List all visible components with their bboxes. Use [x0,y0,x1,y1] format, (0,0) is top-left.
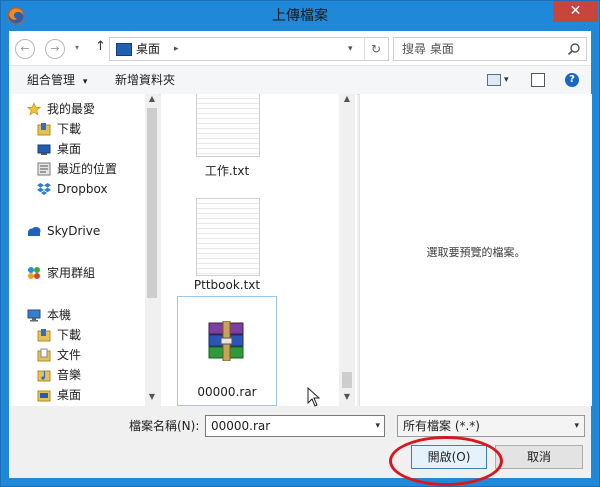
file-upload-dialog: 上傳檔案 ✕ ← → ▾ ↑ 桌面 ▸ ▾ ↻ 搜尋 桌面 組合管理 ▾ 新增資… [0,0,600,487]
file-list-scrollbar[interactable]: ▲ ▼ [339,94,355,406]
desktop-icon [37,144,51,155]
preview-pane-toggle-icon[interactable] [531,73,545,87]
file-name: 工作.txt [204,164,250,178]
help-icon[interactable]: ? [565,73,579,87]
change-view-icon[interactable] [487,74,501,86]
dialog-client-area: ← → ▾ ↑ 桌面 ▸ ▾ ↻ 搜尋 桌面 組合管理 ▾ 新增資料夾 ▾ ? … [9,31,592,486]
organize-label: 組合管理 [27,73,76,87]
organize-button[interactable]: 組合管理 ▾ [27,66,87,96]
nav-item-label: 下載 [57,328,82,342]
close-button[interactable]: ✕ [553,1,598,22]
organize-caret-icon: ▾ [82,77,88,87]
music-folder-icon [37,370,51,382]
breadcrumb-chevron-icon[interactable]: ▸ [174,38,179,60]
desktop-icon [37,390,51,402]
new-folder-button[interactable]: 新增資料夾 [115,66,175,94]
nav-item-label: 我的最愛 [47,102,96,116]
file-item-pttbook-txt[interactable]: Pttbook.txt [179,194,275,294]
search-icon [567,43,580,56]
filename-dropdown-icon[interactable]: ▾ [375,416,380,436]
search-placeholder: 搜尋 桌面 [402,42,454,56]
filename-label: 檔案名稱(N): [129,419,200,433]
navigation-pane: 我的最愛 下載 桌面 最近的位置 Dropbox SkyDrive 家用群組 本… [9,94,159,406]
nav-item-label: SkyDrive [47,224,101,238]
window-title: 上傳檔案 [272,8,328,24]
refresh-button[interactable]: ↻ [364,38,387,60]
nav-item-label: Dropbox [57,182,108,196]
forward-button[interactable]: → [45,39,65,59]
documents-folder-icon [37,348,51,362]
scroll-up-icon[interactable]: ▲ [340,94,354,103]
nav-item-label: 桌面 [57,142,82,156]
back-button[interactable]: ← [15,39,35,59]
scroll-down-icon[interactable]: ▼ [340,392,354,401]
recent-places-icon [37,162,51,176]
file-item-00000-rar[interactable]: 00000.rar [177,296,277,406]
file-item-work-txt[interactable]: 工作.txt [179,94,275,186]
preview-message: 選取要預覽的檔案。 [426,246,526,259]
scroll-up-icon[interactable]: ▲ [145,94,159,103]
address-bar[interactable]: 桌面 ▸ ▾ ↻ [109,37,389,61]
address-dropdown-icon[interactable]: ▾ [348,38,353,60]
preview-pane: 選取要預覽的檔案。 [359,94,592,406]
nav-item-label: 下載 [57,122,82,136]
cancel-button[interactable]: 取消 [495,445,583,469]
highlight-circle-annotation [389,436,503,486]
nav-item-label: 家用群組 [47,266,96,280]
chevron-down-icon: ▾ [574,421,579,431]
filename-value: 00000.rar [211,419,271,433]
recent-locations-caret[interactable]: ▾ [75,43,79,52]
scroll-down-icon[interactable]: ▼ [145,392,159,401]
address-toolbar: ← → ▾ ↑ 桌面 ▸ ▾ ↻ 搜尋 桌面 [9,31,591,65]
nav-item-label: 桌面 [57,388,82,402]
filter-value: 所有檔案 (*.*) [403,419,480,433]
nav-item-label: 音樂 [57,368,82,382]
command-toolbar: 組合管理 ▾ 新增資料夾 ▾ ? [9,65,591,95]
up-folder-button[interactable]: ↑ [95,39,106,54]
dropbox-icon [37,183,51,195]
title-bar[interactable]: 上傳檔案 ✕ [1,1,599,31]
text-file-icon [196,198,260,276]
file-list: 工作.txt Pttbook.txt 00000.rar [161,94,357,406]
downloads-folder-icon [37,329,51,342]
search-input[interactable]: 搜尋 桌面 [393,37,587,61]
nav-item-label: 文件 [57,348,82,362]
nav-item-label: 最近的位置 [57,162,118,176]
filename-input[interactable]: 00000.rar ▾ [205,415,385,437]
homegroup-icon [28,267,40,279]
desktop-icon [116,43,132,56]
skydrive-icon [28,227,41,236]
nav-item-label: 本機 [47,308,72,322]
file-list-scroll-thumb[interactable] [342,372,352,388]
computer-icon [27,309,41,322]
view-options-caret-icon[interactable]: ▾ [504,66,509,94]
mouse-cursor-icon [307,387,321,407]
file-name: 00000.rar [197,385,257,399]
winrar-archive-icon [208,321,244,361]
downloads-folder-icon [37,123,51,136]
navigation-scroll-thumb[interactable] [147,108,157,298]
file-name: Pttbook.txt [193,278,261,292]
navigation-scrollbar[interactable]: ▲ ▼ [145,94,159,406]
address-path[interactable]: 桌面 [136,38,160,60]
file-type-filter-select[interactable]: 所有檔案 (*.*) ▾ [397,415,585,437]
star-icon [27,102,41,116]
text-file-icon [196,94,260,157]
